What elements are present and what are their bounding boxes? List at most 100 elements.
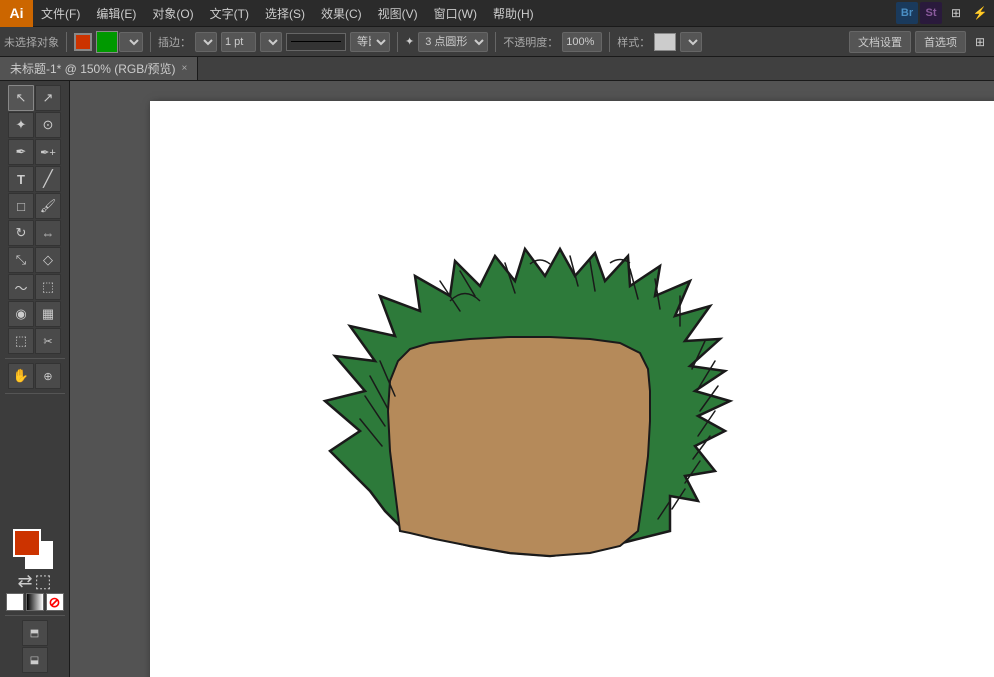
canvas-area: Br — [70, 81, 994, 677]
tab-bar: 未标题-1* @ 150% (RGB/预览) × — [0, 57, 994, 81]
toolbar-extra-icon[interactable]: ⊞ — [970, 32, 990, 52]
select-tool[interactable]: ↖ — [8, 85, 34, 111]
tool-sep-3 — [5, 615, 65, 616]
color-swatch[interactable] — [6, 593, 24, 611]
paintbrush-tool[interactable]: 🖌 — [35, 193, 61, 219]
interpolate-select[interactable]: ◇ — [195, 32, 217, 52]
magic-wand-tool[interactable]: ✦ — [8, 112, 34, 138]
fill-swatch[interactable] — [13, 529, 41, 557]
extras-icon[interactable]: ⚡ — [970, 3, 990, 23]
rotate-tool[interactable]: ↻ — [8, 220, 34, 246]
zoom-tool[interactable]: ⊕ — [35, 363, 61, 389]
free-transform-tool[interactable]: ⬚ — [35, 274, 61, 300]
direct-select-tool[interactable]: ↗ — [35, 85, 61, 111]
sep5 — [609, 32, 610, 52]
tool-row-6: ↻ ⇔ — [8, 220, 61, 246]
column-graph-tool[interactable]: ▦ — [35, 301, 61, 327]
slice-tool[interactable]: ✂ — [35, 328, 61, 354]
reflect-tool[interactable]: ⇔ — [35, 220, 61, 246]
pen-tool[interactable]: ✒ — [8, 139, 34, 165]
scale-tool[interactable]: ⤡ — [8, 247, 34, 273]
menu-items: 文件(F) 编辑(E) 对象(O) 文字(T) 选择(S) 效果(C) 视图(V… — [33, 0, 542, 26]
interpolate-label: 插边： — [158, 34, 191, 50]
tool-sep-1 — [5, 358, 65, 359]
stroke-line — [291, 41, 341, 42]
fill-color-swatch[interactable] — [96, 31, 118, 53]
stroke-width-input[interactable]: 1 pt — [221, 32, 256, 52]
change-screen-btn[interactable]: ⬓ — [22, 647, 48, 673]
menu-help[interactable]: 帮助(H) — [485, 0, 542, 26]
tool-row-5: □ 🖌 — [8, 193, 61, 219]
color-mode-row: ⊘ — [6, 593, 64, 611]
none-swatch[interactable]: ⊘ — [46, 593, 64, 611]
tab-title: 未标题-1* @ 150% (RGB/预览) — [10, 60, 176, 77]
menu-select[interactable]: 选择(S) — [257, 0, 313, 26]
swap-colors-btn[interactable]: ⇄ — [17, 572, 32, 590]
stroke-preview — [286, 33, 346, 51]
tab-close-btn[interactable]: × — [182, 63, 188, 74]
menu-window[interactable]: 窗口(W) — [426, 0, 485, 26]
sep2 — [150, 32, 151, 52]
menu-view[interactable]: 视图(V) — [370, 0, 426, 26]
drawing-mode-row: ⬒ — [22, 620, 48, 646]
stroke-width-select[interactable]: ▼ — [260, 32, 282, 52]
preferences-btn[interactable]: 首选项 — [915, 31, 966, 53]
fill-stroke-swatches — [13, 529, 57, 569]
rectangle-tool[interactable]: □ — [8, 193, 34, 219]
bridge-icon[interactable]: Br — [896, 2, 918, 24]
tool-row-2: ✦ ⊙ — [8, 112, 61, 138]
menu-type[interactable]: 文字(T) — [202, 0, 257, 26]
tool-row-8: 〜 ⬚ — [8, 274, 61, 300]
menubar-right: Br St ⊞ ⚡ — [896, 2, 994, 24]
draw-normal-btn[interactable]: ⬒ — [22, 620, 48, 646]
change-screen-row: ⬓ — [22, 647, 48, 673]
hand-tool[interactable]: ✋ — [8, 363, 34, 389]
no-selection-label: 未选择对象 — [4, 34, 59, 50]
tool-row-1: ↖ ↗ — [8, 85, 61, 111]
style-swatch[interactable] — [654, 33, 676, 51]
sep1 — [66, 32, 67, 52]
style-label: 样式： — [617, 34, 650, 50]
menu-file[interactable]: 文件(F) — [33, 0, 88, 26]
menu-object[interactable]: 对象(O) — [144, 0, 201, 26]
doc-settings-btn[interactable]: 文档设置 — [849, 31, 911, 53]
gradient-swatch[interactable] — [26, 593, 44, 611]
sep4 — [495, 32, 496, 52]
stroke-color-swatch[interactable] — [74, 33, 92, 51]
tool-row-3: ✒ ✒+ — [8, 139, 61, 165]
artboard-tool[interactable]: ⬚ — [8, 328, 34, 354]
main-area: ↖ ↗ ✦ ⊙ ✒ ✒+ T ╱ □ 🖌 ↻ ⇔ ⤡ ◇ 〜 ⬚ — [0, 81, 994, 677]
style-select[interactable]: ▼ — [680, 32, 702, 52]
tool-row-7: ⤡ ◇ — [8, 247, 61, 273]
menu-edit[interactable]: 编辑(E) — [88, 0, 144, 26]
stock-icon[interactable]: St — [920, 2, 942, 24]
small-color-row: ⇄ ⬚ — [17, 572, 51, 590]
menu-bar: Ai 文件(F) 编辑(E) 对象(O) 文字(T) 选择(S) 效果(C) 视… — [0, 0, 994, 27]
tool-sep-2 — [5, 393, 65, 394]
color-tools: ⇄ ⬚ ⊘ — [6, 529, 64, 611]
lasso-tool[interactable]: ⊙ — [35, 112, 61, 138]
opacity-label: 不透明度： — [503, 34, 558, 50]
hair-group: Br — [325, 249, 884, 677]
default-colors-btn[interactable]: ⬚ — [35, 572, 52, 590]
shear-tool[interactable]: ◇ — [35, 247, 61, 273]
menu-effect[interactable]: 效果(C) — [313, 0, 370, 26]
stroke-type-select[interactable]: 等比 — [350, 32, 390, 52]
line-tool[interactable]: ╱ — [35, 166, 61, 192]
tool-row-4: T ╱ — [8, 166, 61, 192]
fill-type-select[interactable]: ▼ — [119, 32, 143, 52]
point-shape-select[interactable]: 3 点圆形 — [418, 32, 488, 52]
toolbox: ↖ ↗ ✦ ⊙ ✒ ✒+ T ╱ □ 🖌 ↻ ⇔ ⤡ ◇ 〜 ⬚ — [0, 81, 70, 677]
artwork-svg: Br — [150, 101, 994, 677]
document-tab[interactable]: 未标题-1* @ 150% (RGB/预览) × — [0, 57, 198, 80]
tool-row-11: ✋ ⊕ — [8, 363, 61, 389]
workspace-icon[interactable]: ⊞ — [946, 3, 966, 23]
symbol-spray-tool[interactable]: ◉ — [8, 301, 34, 327]
add-anchor-tool[interactable]: ✒+ — [35, 139, 61, 165]
text-tool[interactable]: T — [8, 166, 34, 192]
tool-row-10: ⬚ ✂ — [8, 328, 61, 354]
warp-tool[interactable]: 〜 — [8, 274, 34, 300]
toolbar: 未选择对象 ▼ 插边： ◇ 1 pt ▼ 等比 ✦ 3 点圆形 不透明度： 样式… — [0, 27, 994, 57]
opacity-input[interactable] — [562, 32, 602, 52]
app-logo: Ai — [0, 0, 33, 27]
